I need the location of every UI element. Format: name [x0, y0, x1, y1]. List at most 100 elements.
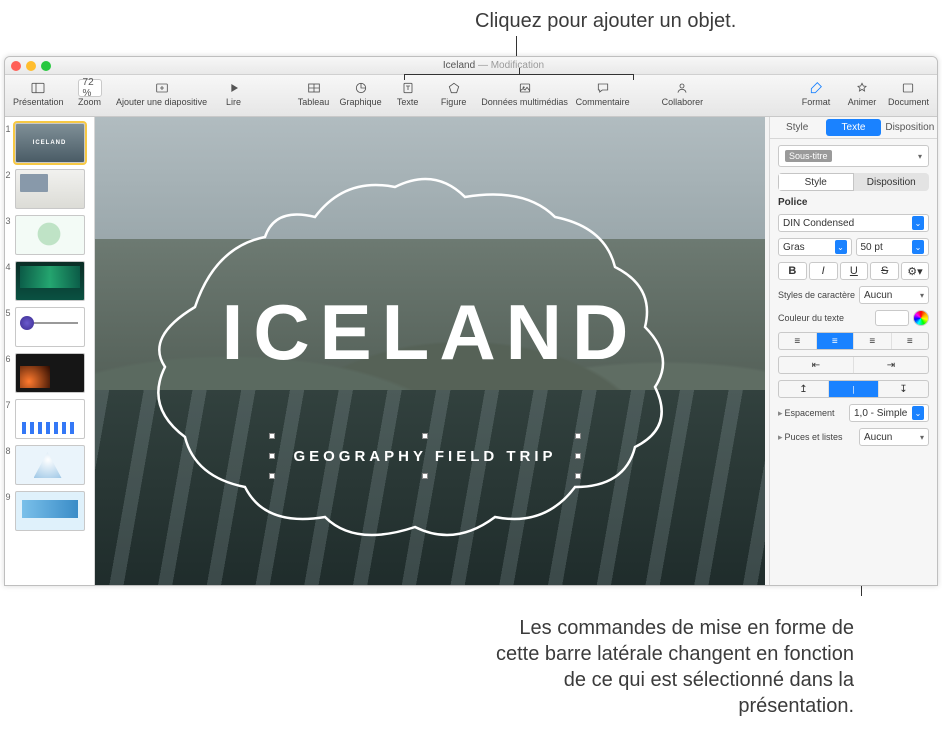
shape-label: Figure	[441, 97, 467, 107]
doc-name: Iceland	[443, 60, 475, 71]
comment-button[interactable]: Commentaire	[576, 79, 630, 107]
horizontal-align-segment: ≡ ≡ ≡ ≡	[778, 332, 929, 350]
underline-button[interactable]: U	[840, 262, 869, 280]
bold-button[interactable]: B	[778, 262, 807, 280]
comment-label: Commentaire	[576, 97, 630, 107]
slide-thumb-1[interactable]: 1	[15, 123, 85, 163]
chart-button[interactable]: Graphique	[340, 79, 382, 107]
slide-thumb-2[interactable]: 2	[15, 169, 85, 209]
tab-style[interactable]: Style	[770, 117, 824, 138]
slide-title[interactable]: ICELAND	[95, 287, 765, 378]
advanced-options-button[interactable]: ⚙︎▾	[901, 262, 929, 280]
callout-sidebar: Les commandes de mise en forme de cette …	[474, 615, 854, 719]
valign-bottom-button[interactable]: ↧	[879, 381, 928, 397]
slide-navigator[interactable]: 1 2 3 4 5 6 7 8 9	[5, 117, 95, 585]
align-justify-button[interactable]: ≡	[892, 333, 929, 349]
font-size-stepper[interactable]: 50 pt ⌄	[856, 238, 930, 256]
italic-button[interactable]: I	[809, 262, 838, 280]
inspector-body: Sous-titre Style Disposition Police DIN …	[770, 139, 937, 452]
font-style-value: Gras	[783, 242, 805, 253]
font-style-select[interactable]: Gras ⌄	[778, 238, 852, 256]
format-label: Format	[802, 97, 831, 107]
text-button[interactable]: Texte	[388, 79, 428, 107]
document-button[interactable]: Document	[888, 79, 929, 107]
slide-thumb-3[interactable]: 3	[15, 215, 85, 255]
font-family-select[interactable]: DIN Condensed ⌄	[778, 214, 929, 232]
slide-canvas[interactable]: ICELAND GEOGRAPHY FIELD TRIP	[95, 117, 769, 585]
bullets-select[interactable]: Aucun	[859, 428, 929, 446]
valign-top-button[interactable]: ↥	[779, 381, 829, 397]
spacing-select[interactable]: 1,0 - Simple ⌄	[849, 404, 929, 422]
zoom-value: 72 %	[78, 79, 102, 97]
slide-thumb-9[interactable]: 9	[15, 491, 85, 531]
slide[interactable]: ICELAND GEOGRAPHY FIELD TRIP	[95, 117, 765, 586]
zoom-button[interactable]: 72 % Zoom	[70, 79, 110, 107]
outdent-button[interactable]: ⇤	[779, 357, 854, 373]
brush-icon	[804, 79, 828, 97]
table-button[interactable]: Tableau	[294, 79, 334, 107]
slide-subtitle-box[interactable]: GEOGRAPHY FIELD TRIP	[275, 439, 575, 473]
chevron-down-icon: ⌄	[912, 216, 924, 230]
document-icon	[896, 79, 920, 97]
gear-icon: ⚙︎▾	[907, 265, 922, 278]
collaborate-label: Collaborer	[662, 97, 704, 107]
disclosure-icon[interactable]: ▸	[778, 408, 783, 418]
align-center-button[interactable]: ≡	[817, 333, 855, 349]
char-styles-label: Styles de caractère	[778, 290, 855, 300]
shape-icon	[442, 79, 466, 97]
char-styles-select[interactable]: Aucun	[859, 286, 929, 304]
strikethrough-button[interactable]: S	[870, 262, 899, 280]
app-window: Iceland — Modification Présentation 72 %…	[4, 56, 938, 586]
media-button[interactable]: Données multimédias	[480, 79, 570, 107]
indent-segment: ⇤ ⇥	[778, 356, 929, 374]
window-title: Iceland — Modification	[56, 60, 931, 71]
slide-thumb-6[interactable]: 6	[15, 353, 85, 393]
subtab-layout[interactable]: Disposition	[854, 173, 930, 191]
bullets-value: Aucun	[864, 432, 892, 443]
valign-middle-button[interactable]: ㆐	[829, 381, 879, 397]
play-label: Lire	[226, 97, 241, 107]
animate-button[interactable]: Animer	[842, 79, 882, 107]
subtab-style[interactable]: Style	[778, 173, 854, 191]
slide-thumb-7[interactable]: 7	[15, 399, 85, 439]
tab-text[interactable]: Texte	[826, 119, 880, 136]
format-button[interactable]: Format	[796, 79, 836, 107]
chevron-down-icon	[918, 151, 922, 162]
chevron-down-icon	[920, 290, 924, 301]
animate-label: Animer	[848, 97, 877, 107]
disclosure-icon[interactable]: ▸	[778, 432, 783, 442]
media-icon	[513, 79, 537, 97]
tab-layout[interactable]: Disposition	[883, 117, 937, 138]
callout-bracket	[404, 74, 634, 80]
slide-thumb-4[interactable]: 4	[15, 261, 85, 301]
collaborate-icon	[670, 79, 694, 97]
selection-handles[interactable]	[272, 436, 578, 476]
text-color-label: Couleur du texte	[778, 313, 844, 323]
add-slide-label: Ajouter une diapositive	[116, 97, 207, 107]
view-button[interactable]: Présentation	[13, 79, 64, 107]
color-wheel-button[interactable]	[913, 310, 929, 326]
collaborate-button[interactable]: Collaborer	[662, 79, 704, 107]
slide-thumb-8[interactable]: 8	[15, 445, 85, 485]
char-styles-value: Aucun	[864, 290, 892, 301]
indent-button[interactable]: ⇥	[854, 357, 928, 373]
window-close-button[interactable]	[11, 61, 21, 71]
table-label: Tableau	[298, 97, 330, 107]
shape-button[interactable]: Figure	[434, 79, 474, 107]
align-left-button[interactable]: ≡	[779, 333, 817, 349]
text-label: Texte	[397, 97, 419, 107]
text-color-swatch[interactable]	[875, 310, 909, 326]
window-minimize-button[interactable]	[26, 61, 36, 71]
chart-icon	[349, 79, 373, 97]
play-icon	[222, 79, 246, 97]
comment-icon	[591, 79, 615, 97]
callout-add-object: Cliquez pour ajouter un objet.	[475, 8, 736, 34]
paragraph-style-select[interactable]: Sous-titre	[778, 145, 929, 167]
slide-thumb-5[interactable]: 5	[15, 307, 85, 347]
play-button[interactable]: Lire	[214, 79, 254, 107]
align-right-button[interactable]: ≡	[854, 333, 892, 349]
add-slide-button[interactable]: Ajouter une diapositive	[116, 79, 208, 107]
format-inspector: Style Texte Disposition Sous-titre Style…	[769, 117, 937, 585]
window-fullscreen-button[interactable]	[41, 61, 51, 71]
window-body: 1 2 3 4 5 6 7 8 9 ICELAND	[5, 117, 937, 585]
